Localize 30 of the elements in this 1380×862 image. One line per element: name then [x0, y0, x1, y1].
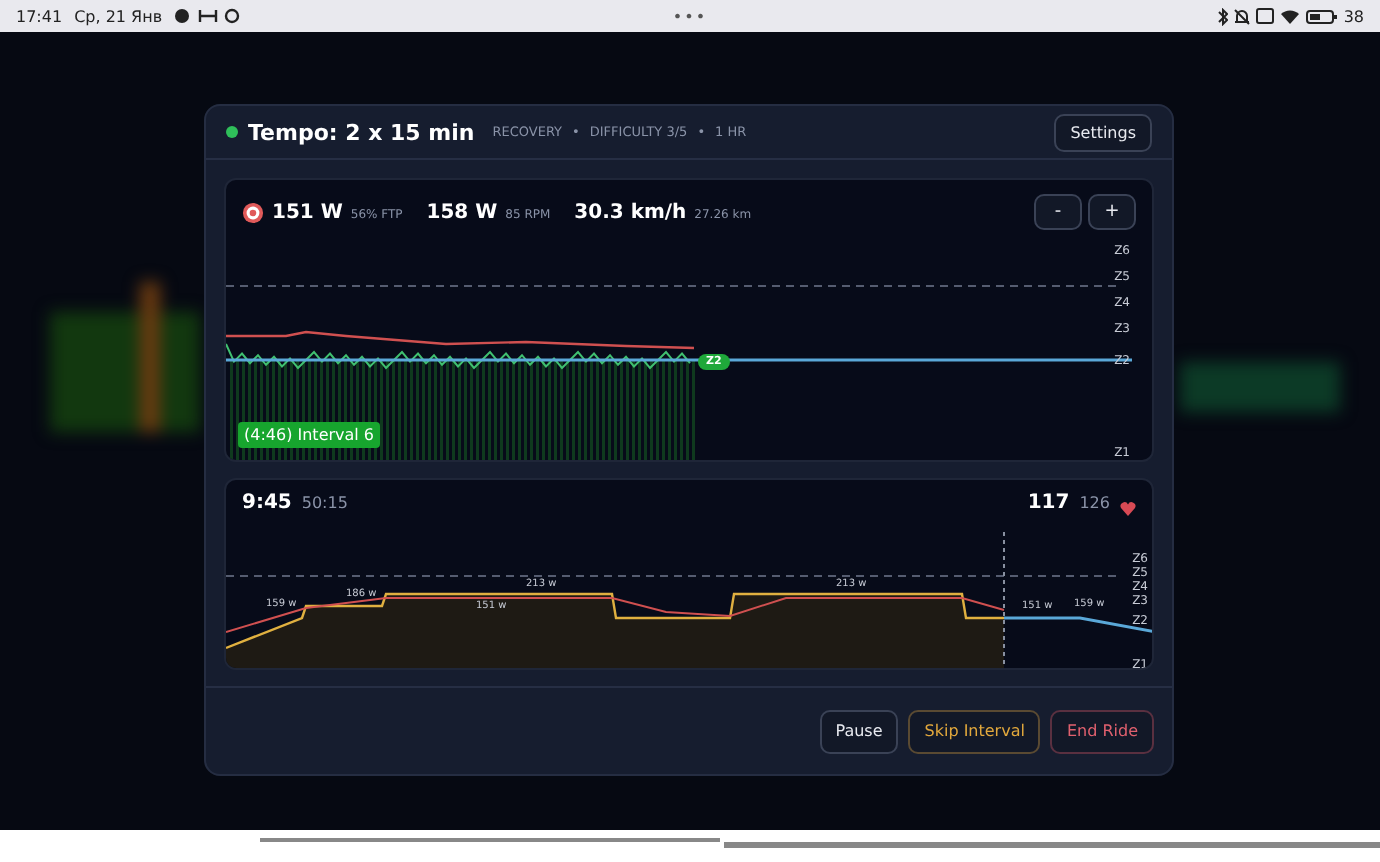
stat-value: 30.3 km/h — [574, 201, 687, 224]
zoom-button[interactable]: - — [1034, 194, 1082, 231]
zoom-button[interactable]: + — [1088, 194, 1136, 231]
interval-label: (4:46) Interval 6 — [238, 422, 381, 449]
battery-percent: 38 — [1343, 7, 1364, 25]
notification-icons — [174, 8, 243, 24]
status-dot — [226, 126, 238, 139]
action-button[interactable]: Pause — [819, 709, 899, 754]
gesture-bar[interactable] — [724, 842, 1380, 848]
clock: 17:41 — [16, 7, 63, 25]
target-icon — [242, 201, 264, 224]
action-button[interactable]: Skip Interval — [908, 709, 1041, 754]
heart-icon — [1120, 501, 1136, 516]
stat-value: 158 W — [426, 201, 498, 224]
bluetooth-icon — [1217, 7, 1228, 25]
more-dots[interactable]: ••• — [672, 7, 708, 25]
bell-off-icon — [1233, 7, 1250, 25]
action-button[interactable]: End Ride — [1050, 709, 1154, 754]
date: Ср, 21 Янв — [74, 7, 163, 25]
settings-button[interactable]: Settings — [1054, 113, 1152, 152]
elapsed-time: 9:45 — [242, 492, 292, 515]
square-icon — [1255, 8, 1274, 24]
wifi-icon — [1279, 9, 1300, 23]
workout-title: Tempo: 2 x 15 min — [248, 119, 475, 146]
heart-rate-max: 126 — [1079, 494, 1110, 513]
current-position-line — [1003, 531, 1005, 669]
heart-rate: 117 — [1027, 492, 1070, 515]
total-time: 50:15 — [301, 494, 348, 513]
stat-value: 151 W — [272, 201, 343, 224]
battery-icon — [1305, 9, 1338, 23]
